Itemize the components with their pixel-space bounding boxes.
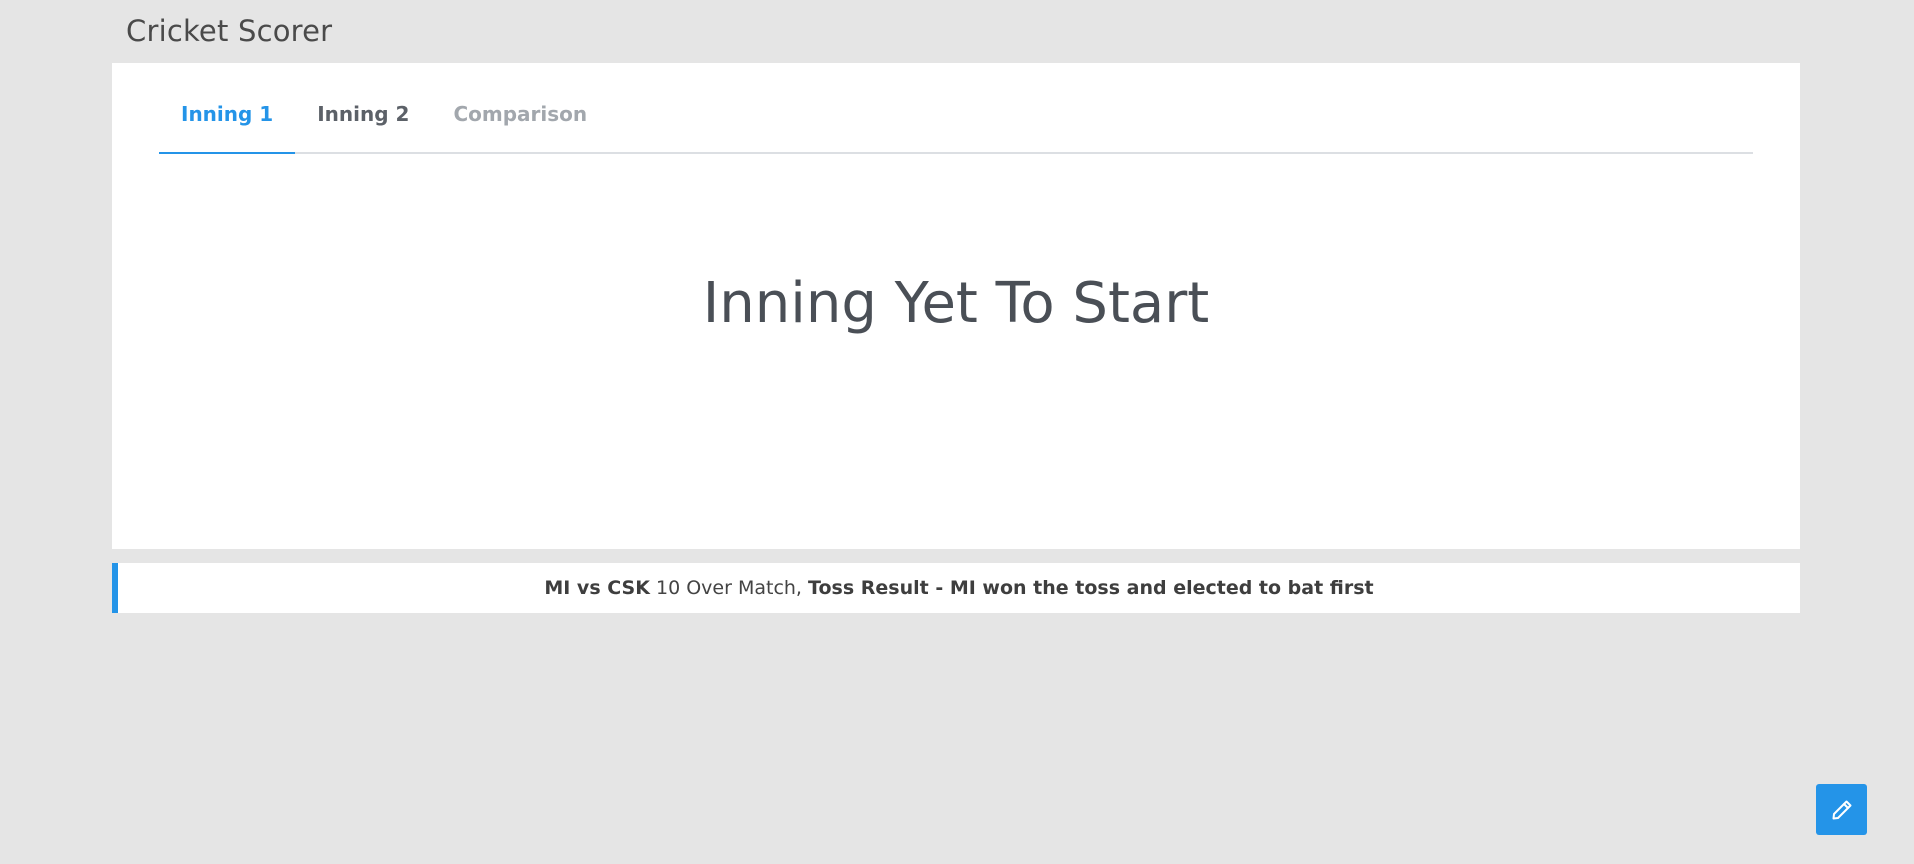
tab-comparison[interactable]: Comparison (431, 61, 609, 152)
app-title: Cricket Scorer (126, 14, 333, 48)
match-format-text: 10 Over Match, (656, 577, 802, 599)
innings-card: Inning 1 Inning 2 Comparison Inning Yet … (112, 63, 1800, 549)
edit-button[interactable] (1816, 784, 1867, 835)
tab-inning-1[interactable]: Inning 1 (159, 61, 296, 154)
toss-result: Toss Result - MI won the toss and electe… (808, 577, 1374, 599)
pencil-icon (1832, 800, 1851, 819)
inning-status-message: Inning Yet To Start (702, 271, 1210, 336)
match-teams: MI vs CSK (544, 577, 650, 599)
innings-tabs: Inning 1 Inning 2 Comparison (159, 63, 1753, 154)
match-format: 10 Over Match, (650, 577, 808, 599)
tab-inning-2[interactable]: Inning 2 (295, 61, 431, 152)
match-info-bar: MI vs CSK 10 Over Match, Toss Result - M… (112, 563, 1800, 613)
